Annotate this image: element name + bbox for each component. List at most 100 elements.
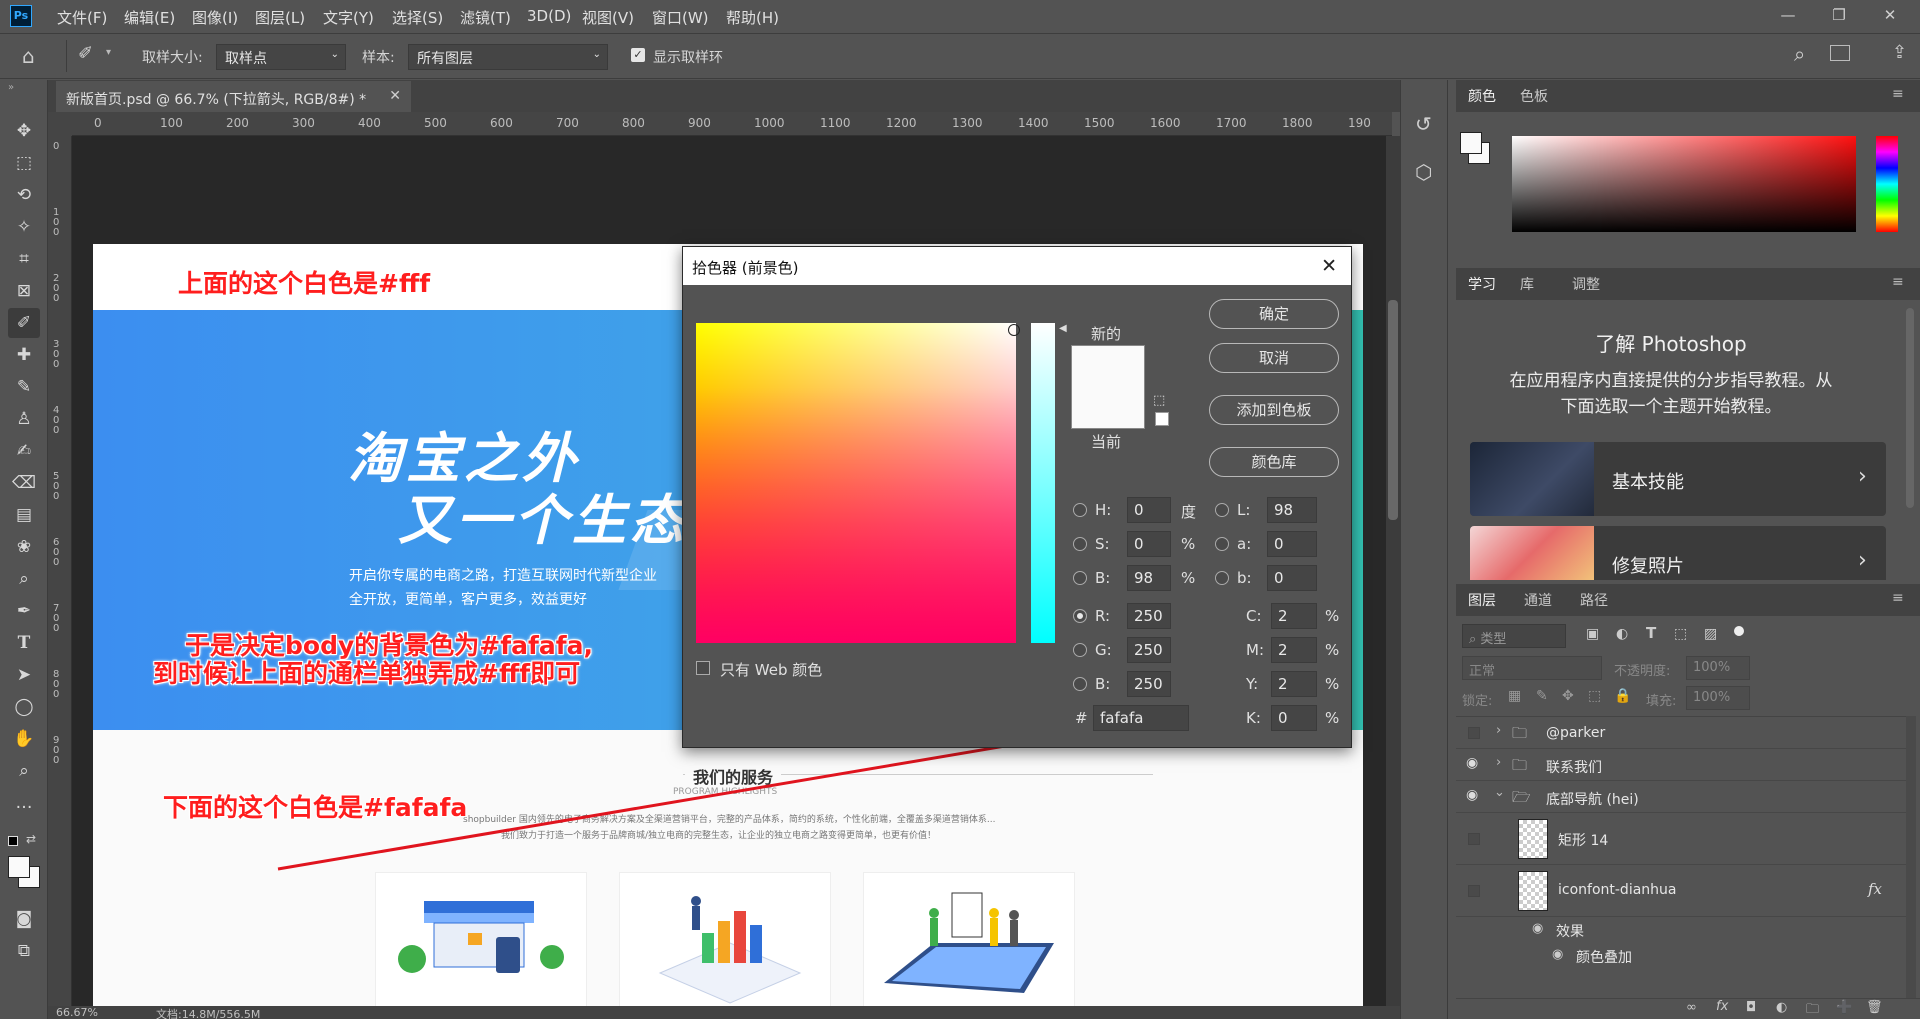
menu-edit[interactable]: 编辑(E) [124, 7, 175, 28]
panel-menu-icon[interactable]: ≡ [1892, 86, 1904, 102]
r-field[interactable]: 250 [1127, 603, 1171, 629]
rgb-b-field[interactable]: 250 [1127, 671, 1171, 697]
ok-button[interactable]: 确定 [1209, 299, 1339, 329]
eyedropper-tool-icon[interactable]: ✐ [78, 43, 93, 64]
learn-scrollbar[interactable] [1906, 308, 1914, 508]
h-radio[interactable] [1073, 503, 1087, 517]
lock-position-icon[interactable]: ✥ [1562, 688, 1574, 704]
shape-filter-icon[interactable]: ⬚ [1674, 626, 1687, 642]
path-select-tool-icon[interactable]: ➤ [8, 660, 40, 690]
gradient-tool-icon[interactable]: ▤ [8, 500, 40, 530]
b-field[interactable]: 98 [1127, 565, 1171, 591]
ellipse-tool-icon[interactable]: ◯ [8, 692, 40, 722]
menu-file[interactable]: 文件(F) [57, 7, 107, 28]
lasso-tool-icon[interactable]: ⟲ [8, 180, 40, 210]
document-tab[interactable]: 新版首页.psd @ 66.7% (下拉箭头, RGB/8#) * ✕ [56, 81, 411, 112]
effects-row[interactable]: ◉ 效果 [1456, 917, 1906, 943]
visibility-toggle[interactable] [1468, 833, 1480, 845]
mask-icon[interactable]: ◘ [1746, 1000, 1756, 1015]
history-panel-icon[interactable]: ↺ [1415, 112, 1432, 136]
type-tool-icon[interactable]: T [8, 628, 40, 658]
history-brush-tool-icon[interactable]: ✍ [8, 436, 40, 466]
layer-filter-dropdown[interactable]: ⌕ 类型 [1462, 624, 1566, 648]
eraser-tool-icon[interactable]: ⌫ [8, 468, 40, 498]
default-colors-icon[interactable] [8, 836, 18, 846]
horizontal-ruler[interactable]: 0 100 200 300 400 500 600 700 800 900 1000 1100 1200… [72, 112, 1392, 136]
lab-b-field[interactable]: 0 [1267, 565, 1317, 591]
hue-strip[interactable] [1876, 136, 1898, 232]
search-icon[interactable]: ⌕ [1794, 42, 1805, 66]
r-radio[interactable] [1073, 609, 1087, 623]
tab-swatches[interactable]: 色板 [1520, 86, 1548, 106]
tab-learn[interactable]: 学习 [1468, 274, 1496, 294]
chevron-down-icon[interactable]: ▾ [106, 47, 111, 58]
color-field-marker[interactable] [1008, 324, 1020, 336]
tab-paths[interactable]: 路径 [1580, 590, 1608, 610]
fg-color-swatch[interactable] [1460, 132, 1482, 154]
chevron-down-icon[interactable]: ⌄ [1494, 785, 1505, 800]
s-field[interactable]: 0 [1127, 531, 1171, 557]
quick-select-tool-icon[interactable]: ✧ [8, 212, 40, 242]
current-color-swatch[interactable] [1071, 387, 1145, 429]
eyedropper-tool-icon[interactable]: ✐ [8, 308, 40, 338]
healing-brush-tool-icon[interactable]: ✚ [8, 340, 40, 370]
hex-field[interactable]: fafafa [1093, 705, 1189, 731]
hand-tool-icon[interactable]: ✋ [8, 724, 40, 754]
menu-view[interactable]: 视图(V) [582, 7, 634, 28]
menu-layer[interactable]: 图层(L) [255, 7, 305, 28]
visibility-toggle[interactable] [1468, 727, 1480, 739]
add-to-swatches-button[interactable]: 添加到色板 [1209, 395, 1339, 425]
k-field[interactable]: 0 [1271, 705, 1317, 731]
more-tools-icon[interactable]: … [8, 788, 40, 818]
opacity-field[interactable]: 100% [1686, 656, 1750, 680]
workspace-icon[interactable] [1830, 45, 1850, 61]
visibility-toggle[interactable] [1468, 885, 1480, 897]
new-group-icon[interactable]: 🗀 [1806, 1000, 1819, 1019]
print-gamut-cube-icon[interactable]: ⬚ [1153, 393, 1165, 408]
delete-layer-icon[interactable]: 🗑 [1866, 1000, 1883, 1015]
menu-image[interactable]: 图像(I) [192, 7, 238, 28]
a-field[interactable]: 0 [1267, 531, 1317, 557]
h-field[interactable]: 0 [1127, 497, 1171, 523]
scrollbar-thumb[interactable] [1388, 300, 1398, 520]
b-radio[interactable] [1073, 571, 1087, 585]
vertical-scrollbar[interactable] [1386, 136, 1400, 1006]
web-colors-checkbox[interactable] [696, 661, 710, 675]
menu-filter[interactable]: 滤镜(T) [460, 7, 511, 28]
tab-color[interactable]: 颜色 [1468, 86, 1496, 106]
menu-type[interactable]: 文字(Y) [323, 7, 374, 28]
quick-mask-icon[interactable]: ◙ [8, 904, 40, 934]
pixel-filter-icon[interactable]: ▣ [1586, 626, 1599, 642]
cancel-button[interactable]: 取消 [1209, 343, 1339, 373]
l-radio[interactable] [1215, 503, 1229, 517]
minimize-icon[interactable]: — [1775, 4, 1801, 26]
panel-menu-icon[interactable]: ≡ [1892, 590, 1904, 606]
share-icon[interactable]: ⇪ [1892, 42, 1907, 63]
fx-menu-icon[interactable]: fx [1716, 999, 1728, 1014]
fx-icon[interactable]: fx [1868, 880, 1882, 898]
tutorial-card-repair[interactable]: 修复照片 › [1470, 526, 1886, 580]
crop-tool-icon[interactable]: ⌗ [8, 244, 40, 274]
tutorial-card-basics[interactable]: 基本技能 › [1470, 442, 1886, 516]
type-filter-icon[interactable]: T [1646, 624, 1656, 642]
color-spectrum[interactable] [1512, 136, 1856, 232]
l-field[interactable]: 98 [1267, 497, 1317, 523]
dodge-tool-icon[interactable]: ⌕ [8, 564, 40, 594]
eye-icon[interactable]: ◉ [1466, 787, 1478, 803]
g-radio[interactable] [1073, 643, 1087, 657]
tab-adjustments[interactable]: 调整 [1572, 274, 1600, 294]
lab-b-radio[interactable] [1215, 571, 1229, 585]
close-window-icon[interactable]: ✕ [1877, 4, 1903, 26]
menu-window[interactable]: 窗口(W) [652, 7, 709, 28]
show-ring-checkbox[interactable]: ✓ [631, 48, 645, 62]
layers-scrollbar[interactable] [1906, 716, 1916, 1006]
stamp-tool-icon[interactable]: ♙ [8, 404, 40, 434]
layer-row[interactable]: ◉ › 🗀 联系我们 [1456, 749, 1906, 781]
lock-all-icon[interactable]: 🔒 [1614, 688, 1631, 704]
blend-mode-dropdown[interactable]: 正常 [1462, 656, 1602, 680]
eye-icon[interactable]: ◉ [1466, 755, 1478, 771]
blur-tool-icon[interactable]: ❀ [8, 532, 40, 562]
lock-artboard-icon[interactable]: ⬚ [1588, 688, 1601, 704]
vertical-ruler[interactable]: 0 100 200 300 400 500 600 700 800 900 [48, 136, 72, 1006]
panel-menu-icon[interactable]: ≡ [1892, 274, 1904, 290]
